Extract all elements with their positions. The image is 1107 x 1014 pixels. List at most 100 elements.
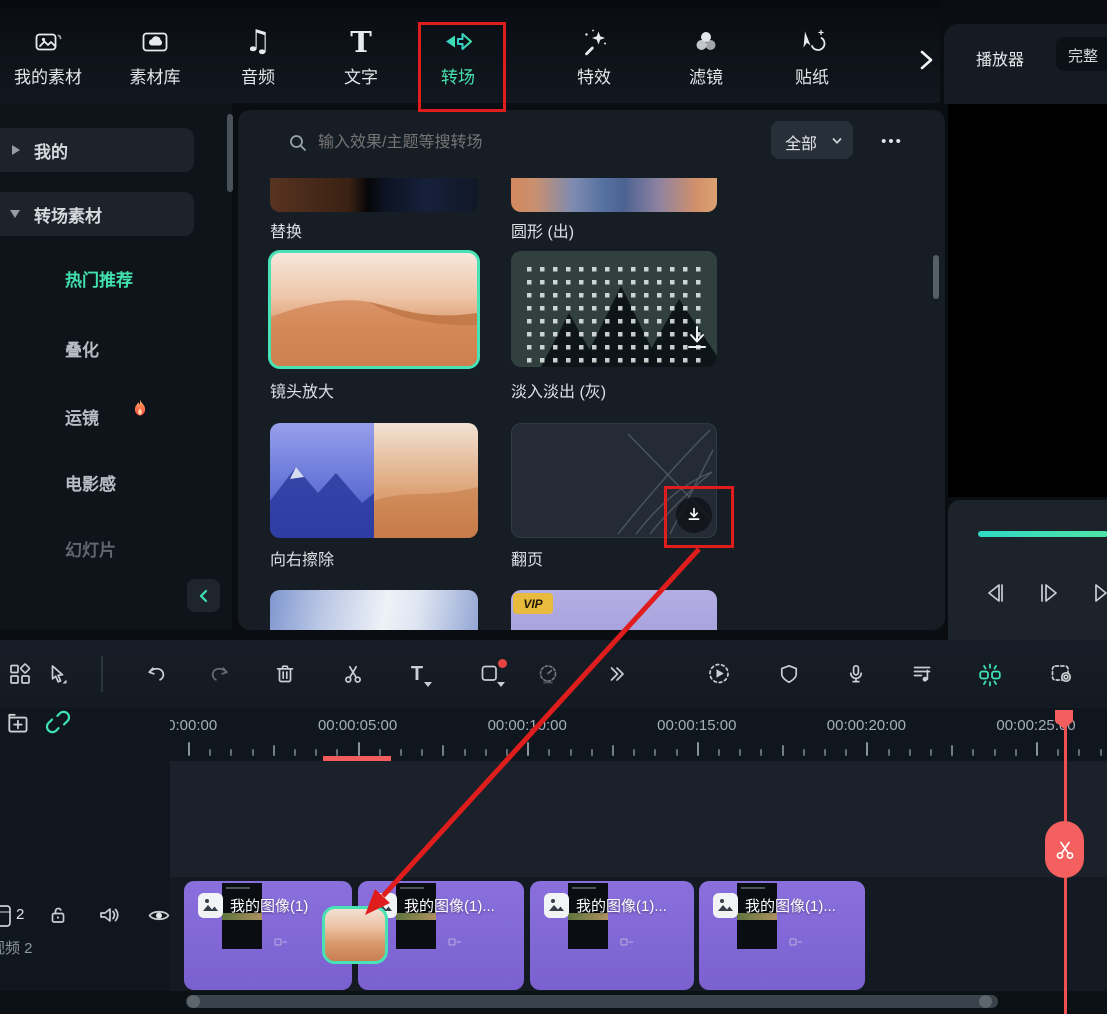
sidebar-group-transitions[interactable]: 转场素材 [0,192,194,236]
transition-thumb-zoom-in[interactable] [268,250,480,369]
transitions-icon [441,24,475,58]
tab-filters[interactable]: 滤镜 [661,24,751,100]
collapsed-arrow-icon [12,145,20,155]
tab-label: 贴纸 [795,63,829,88]
ruler-tick [930,749,932,756]
category-filter-dropdown[interactable]: 全部 [771,121,853,159]
ruler-tick [421,749,423,756]
sidebar-item-dissolve[interactable]: 叠化 [65,336,99,361]
collapse-sidebar-button[interactable] [187,579,220,612]
undo-button[interactable] [138,654,174,694]
player-progress-bar[interactable] [978,531,1107,537]
tab-stickers[interactable]: 贴纸 [767,24,857,100]
timeline-section: T [0,640,1107,1014]
sidebar-item-slideshow[interactable]: 幻灯片 [65,536,116,561]
ruler-tick [994,749,996,756]
timeline-clip[interactable]: 我的图像(1)... [699,881,865,990]
ruler-tick [803,749,805,756]
text-tool-button[interactable]: T [399,654,435,694]
image-clip-icon [713,893,738,918]
speed-tool-button[interactable] [530,654,566,694]
empty-track-band[interactable] [170,761,1107,877]
tab-my-media[interactable]: 我的素材 [3,24,93,100]
player-panel-title[interactable]: 播放器 [976,46,1024,70]
sidebar-item-camera-move[interactable]: 运镜 [65,404,99,429]
tab-audio[interactable]: ♫ 音频 [213,24,303,100]
panel-scrollbar[interactable] [933,255,939,299]
transition-thumb-fade-gray[interactable] [511,251,717,367]
sidebar-item-hot[interactable]: 热门推荐 [65,266,133,291]
delete-button[interactable] [267,654,303,694]
transition-thumb-circle-out[interactable] [511,178,717,212]
hide-eye-icon[interactable] [146,903,172,929]
sidebar-group-my[interactable]: 我的 [0,128,194,172]
playhead-scissors-button[interactable] [1045,821,1084,878]
timeline-clip[interactable]: 我的图像(1)... [530,881,694,990]
audio-music-button[interactable] [904,654,940,694]
layout-grid-button[interactable] [2,654,38,694]
scrollbar-left-handle[interactable] [187,995,200,1008]
marker-button[interactable] [771,654,807,694]
mute-speaker-icon[interactable] [96,902,122,928]
voiceover-mic-button[interactable] [838,654,874,694]
sidebar-item-cinematic[interactable]: 电影感 [65,470,116,495]
filters-icon [690,24,722,58]
ruler-timestamp: 00:00:15:00 [657,717,736,734]
ruler-tick [1100,749,1102,756]
cut-button[interactable] [335,654,371,694]
player-video-area[interactable] [948,104,1107,497]
player-mode-pill[interactable]: 完整 [1056,37,1107,71]
tab-label: 素材库 [130,63,181,88]
ruler-tick [400,749,402,756]
transition-thumb-wipe-right[interactable] [270,423,478,538]
lock-icon[interactable] [46,903,70,927]
notification-dot [498,659,507,668]
more-tabs-chevron[interactable] [914,46,938,74]
filter-label: 全部 [785,130,817,154]
transition-thumb-page-turn[interactable] [511,423,717,538]
next-frame-button[interactable] [1090,580,1107,606]
clip-thumbnail [737,883,777,949]
ruler-tick [464,749,466,756]
tab-label: 我的素材 [14,63,82,88]
sidebar-scrollbar[interactable] [227,114,233,192]
ruler-tick [209,749,211,756]
timeline-scrollbar[interactable] [186,995,998,1008]
crop-tool-button[interactable] [472,654,508,694]
tab-stock-library[interactable]: 素材库 [110,24,200,100]
search-input[interactable] [316,124,720,162]
tab-transitions[interactable]: 转场 [413,24,503,100]
auto-ripple-link-button[interactable] [42,706,74,738]
applied-transition-overlay[interactable] [322,906,388,964]
cursor-tool-button[interactable] [39,654,75,694]
ruler-tick [739,749,741,756]
download-button[interactable] [676,497,712,533]
scrollbar-right-handle[interactable] [979,995,992,1008]
more-options-button[interactable]: ••• [870,123,914,159]
more-tools-button[interactable] [598,654,634,694]
clip-marker-icon [274,938,288,948]
image-clip-icon [198,893,223,918]
timeline-ruler[interactable]: 00:00:0000:00:05:0000:00:10:0000:00:15:0… [170,710,1107,759]
render-preview-button[interactable] [701,654,737,694]
group-label: 我的 [34,138,68,163]
video-editor-app: 我的素材 素材库 ♫ 音频 T 文字 [0,0,1107,1014]
transitions-panel: 全部 ••• 替换 圆形 (出) 镜头放大 [238,110,945,630]
ruler-tick [845,749,847,756]
clip-thumbnail [222,883,262,949]
clip-thumbnail [568,883,608,949]
ruler-tick [358,742,360,756]
previous-frame-button[interactable] [982,580,1008,606]
play-button[interactable] [1036,580,1062,606]
tab-text[interactable]: T 文字 [316,24,406,100]
ruler-tick [591,749,593,756]
tab-effects[interactable]: 特效 [549,24,639,100]
transition-thumb-replace[interactable] [270,178,478,212]
add-to-track-button[interactable] [5,710,33,738]
snapshot-button[interactable] [1044,654,1080,694]
transition-thumb-partial[interactable] [270,590,478,630]
ruler-timestamp: 00:00:05:00 [318,717,397,734]
transition-thumb-vip-partial[interactable]: VIP [511,590,717,630]
redo-button[interactable] [202,654,238,694]
split-clip-button[interactable] [972,654,1008,694]
